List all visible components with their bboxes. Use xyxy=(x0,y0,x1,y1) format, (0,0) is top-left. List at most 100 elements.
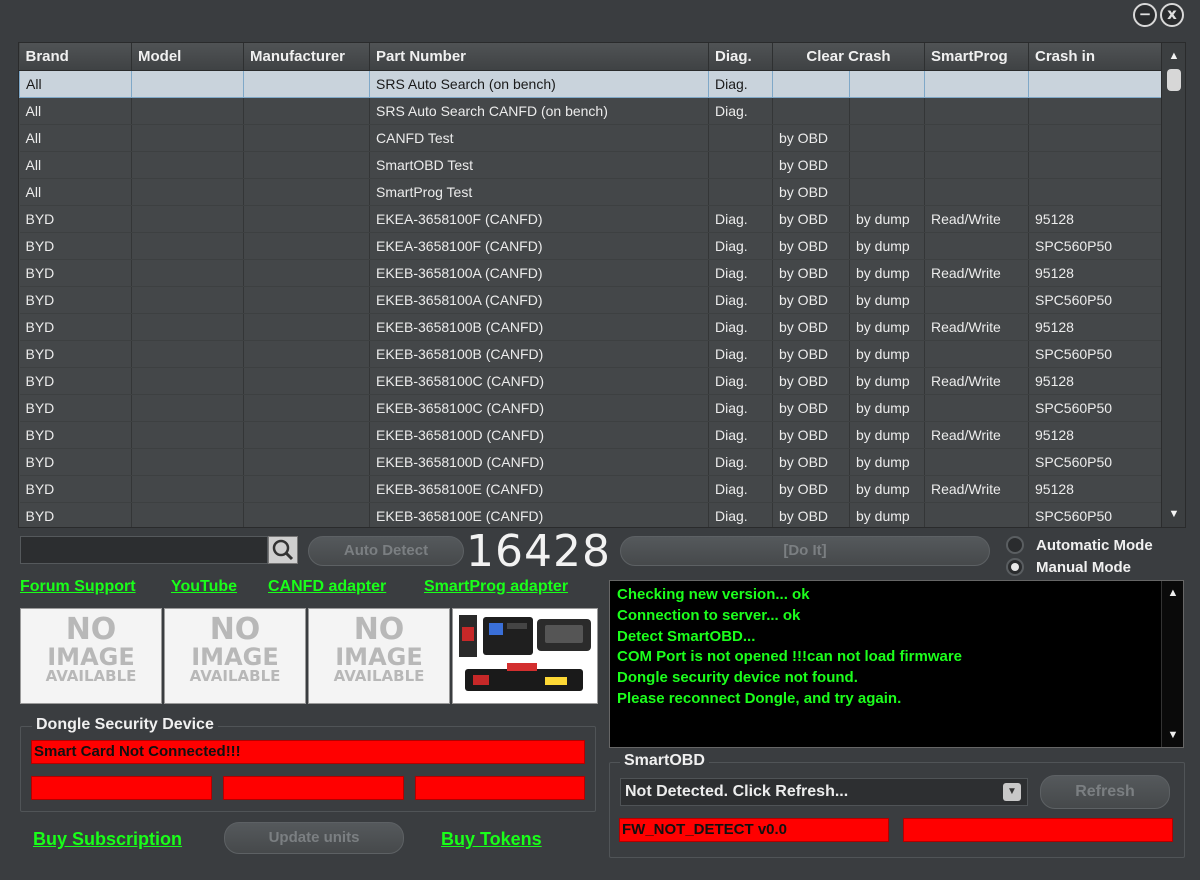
table-cell: Diag. xyxy=(708,448,773,476)
smartobd-device-value: Not Detected. Click Refresh... xyxy=(625,783,849,800)
table-cell xyxy=(243,367,370,395)
table-row[interactable]: BYD EKEB-3658100B (CANFD) Diag. by OBD by du… xyxy=(19,313,1163,341)
table-cell: EKEB-3658100D (CANFD) xyxy=(369,421,709,449)
auto-detect-button[interactable]: Auto Detect xyxy=(308,536,464,566)
log-console[interactable]: Checking new version... ok Connection to … xyxy=(609,580,1184,748)
table-row[interactable]: All SmartProg Test by OBD xyxy=(19,178,1163,206)
refresh-button[interactable]: Refresh xyxy=(1040,775,1170,809)
scroll-down-icon[interactable]: ▼ xyxy=(1162,503,1185,525)
chevron-down-icon[interactable]: ▼ xyxy=(1003,783,1021,801)
scroll-down-icon[interactable]: ▼ xyxy=(1162,729,1184,741)
log-line: Connection to server... ok xyxy=(617,606,801,624)
column-header[interactable]: Diag. xyxy=(708,43,773,71)
table-cell: BYD xyxy=(19,421,132,449)
table-row[interactable]: All SRS Auto Search (on bench) Diag. xyxy=(19,69,1163,98)
buy-subscription-link[interactable]: Buy Subscription xyxy=(33,829,182,850)
column-header[interactable]: SmartProg xyxy=(924,43,1029,71)
table-cell: SPC560P50 xyxy=(1028,286,1163,314)
table-cell xyxy=(1028,69,1163,98)
table-row[interactable]: BYD EKEB-3658100B (CANFD) Diag. by OBD by du… xyxy=(19,340,1163,368)
table-cell: by dump xyxy=(849,313,925,341)
table-cell: by dump xyxy=(849,259,925,287)
obd-device-icon xyxy=(459,615,591,691)
table-cell xyxy=(131,97,244,125)
smartprog-adapter-link[interactable]: SmartProg adapter xyxy=(424,578,568,596)
table-cell: Read/Write xyxy=(924,313,1029,341)
table-cell: by dump xyxy=(849,421,925,449)
table-cell: Diag. xyxy=(708,367,773,395)
table-cell xyxy=(131,232,244,260)
column-header[interactable]: Part Number xyxy=(369,43,709,71)
table-cell: SRS Auto Search (on bench) xyxy=(369,69,709,98)
table-row[interactable]: BYD EKEB-3658100C (CANFD) Diag. by OBD by du… xyxy=(19,367,1163,395)
column-header[interactable]: Crash in xyxy=(1028,43,1163,71)
table-row[interactable]: BYD EKEB-3658100D (CANFD) Diag. by OBD by du… xyxy=(19,421,1163,449)
table-cell xyxy=(131,448,244,476)
table-row[interactable]: BYD EKEB-3658100C (CANFD) Diag. by OBD by du… xyxy=(19,394,1163,422)
table-cell xyxy=(924,502,1029,527)
table-row[interactable]: All SRS Auto Search CANFD (on bench) Diag. xyxy=(19,97,1163,125)
log-line: Please reconnect Dongle, and try again. xyxy=(617,689,902,707)
table-row[interactable]: BYD EKEA-3658100F (CANFD) Diag. by OBD by du… xyxy=(19,205,1163,233)
table-cell: by OBD xyxy=(772,475,850,503)
log-line: Detect SmartOBD... xyxy=(617,627,756,645)
table-cell: by dump xyxy=(849,367,925,395)
youtube-link[interactable]: YouTube xyxy=(171,578,237,596)
automatic-mode-radio[interactable] xyxy=(1006,536,1024,554)
table-cell: SPC560P50 xyxy=(1028,502,1163,527)
canfd-adapter-link[interactable]: CANFD adapter xyxy=(268,578,386,596)
update-units-button[interactable]: Update units xyxy=(224,822,404,854)
table-cell: by dump xyxy=(849,475,925,503)
manual-mode-radio[interactable] xyxy=(1006,558,1024,576)
scroll-up-icon[interactable]: ▲ xyxy=(1162,587,1184,599)
no-image-placeholder: NO IMAGE AVAILABLE xyxy=(20,608,162,704)
column-header[interactable]: Clear Crash xyxy=(772,43,925,71)
log-scrollbar[interactable]: ▲ ▼ xyxy=(1161,581,1183,747)
table-cell: 95128 xyxy=(1028,367,1163,395)
table-row[interactable]: BYD EKEB-3658100A (CANFD) Diag. by OBD by du… xyxy=(19,286,1163,314)
table-row[interactable]: BYD EKEB-3658100E (CANFD) Diag. by OBD by du… xyxy=(19,475,1163,503)
close-icon[interactable]: x xyxy=(1160,3,1184,27)
table-cell xyxy=(849,69,925,98)
table-cell xyxy=(243,69,370,98)
table-scrollbar[interactable]: ▲ ▼ xyxy=(1161,43,1185,527)
table-cell: by OBD xyxy=(772,502,850,527)
table-cell: EKEB-3658100B (CANFD) xyxy=(369,340,709,368)
buy-tokens-link[interactable]: Buy Tokens xyxy=(441,829,542,850)
log-line: Checking new version... ok xyxy=(617,586,810,603)
search-button[interactable] xyxy=(268,536,298,564)
table-cell xyxy=(131,69,244,98)
table-cell: Diag. xyxy=(708,286,773,314)
automatic-mode-label: Automatic Mode xyxy=(1036,537,1153,554)
smartobd-device-select[interactable]: Not Detected. Click Refresh... ▼ xyxy=(620,778,1028,806)
forum-support-link[interactable]: Forum Support xyxy=(20,578,136,596)
table-cell xyxy=(131,178,244,206)
column-header[interactable]: Brand xyxy=(19,43,132,71)
column-header[interactable]: Manufacturer xyxy=(243,43,370,71)
parts-table[interactable]: Brand Model Manufacturer Part Number Diag. Cl… xyxy=(18,42,1186,528)
scroll-up-icon[interactable]: ▲ xyxy=(1162,45,1185,67)
table-cell xyxy=(924,97,1029,125)
table-cell xyxy=(924,232,1029,260)
table-row[interactable]: All CANFD Test by OBD xyxy=(19,124,1163,152)
table-cell: EKEB-3658100E (CANFD) xyxy=(369,475,709,503)
table-cell: by dump xyxy=(849,340,925,368)
log-line: Dongle security device not found. xyxy=(617,669,858,687)
search-input[interactable] xyxy=(20,536,268,564)
table-row[interactable]: All SmartOBD Test by OBD xyxy=(19,151,1163,179)
table-row[interactable]: BYD EKEB-3658100D (CANFD) Diag. by OBD by du… xyxy=(19,448,1163,476)
table-cell xyxy=(708,124,773,152)
table-cell xyxy=(924,69,1029,98)
table-row[interactable]: BYD EKEB-3658100A (CANFD) Diag. by OBD by du… xyxy=(19,259,1163,287)
scroll-thumb[interactable] xyxy=(1167,69,1181,91)
table-cell xyxy=(131,313,244,341)
table-cell xyxy=(243,205,370,233)
table-cell: EKEB-3658100D (CANFD) xyxy=(369,448,709,476)
table-row[interactable]: BYD EKEA-3658100F (CANFD) Diag. by OBD by du… xyxy=(19,232,1163,260)
minimize-icon[interactable]: − xyxy=(1133,3,1157,27)
do-it-button[interactable]: [Do It] xyxy=(620,536,990,566)
table-row[interactable]: BYD EKEB-3658100E (CANFD) Diag. by OBD by du… xyxy=(19,502,1163,527)
table-cell: BYD xyxy=(19,475,132,503)
column-header[interactable]: Model xyxy=(131,43,244,71)
table-cell: SPC560P50 xyxy=(1028,232,1163,260)
